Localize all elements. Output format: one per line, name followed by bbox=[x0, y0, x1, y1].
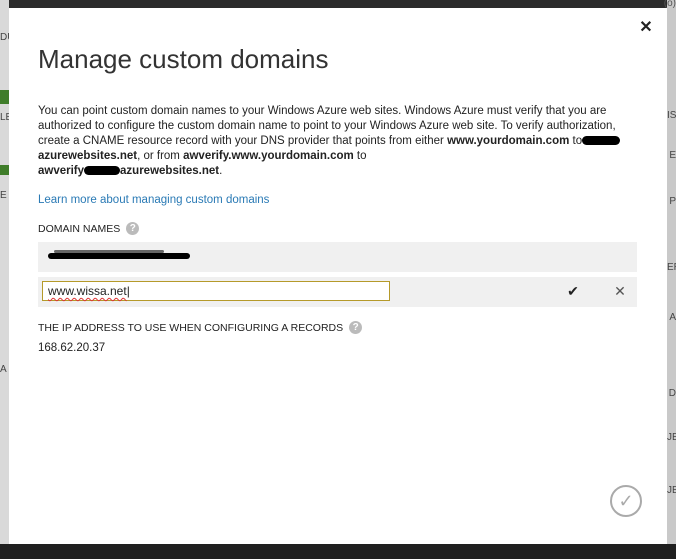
background-right-text: JE bbox=[667, 432, 676, 443]
redacted-text bbox=[84, 166, 121, 176]
background-left-panel bbox=[0, 0, 9, 559]
background-right-text: ER bbox=[667, 262, 676, 273]
background-bottom-bar bbox=[0, 544, 676, 559]
background-green-bar bbox=[0, 165, 9, 175]
background-left-text: LE bbox=[0, 112, 9, 123]
background-top-right-text: (o) bbox=[663, 0, 676, 8]
dialog-description: You can point custom domain names to you… bbox=[38, 104, 634, 179]
redacted-text bbox=[582, 136, 621, 146]
dialog-title: Manage custom domains bbox=[38, 44, 329, 74]
checkmark-icon[interactable]: ✔ bbox=[565, 283, 581, 299]
learn-more-link[interactable]: Learn more about managing custom domains bbox=[38, 194, 269, 206]
x-icon[interactable]: ✕ bbox=[612, 283, 628, 299]
background-right-text: A bbox=[669, 312, 676, 323]
ip-address-label: THE IP ADDRESS TO USE WHEN CONFIGURING A… bbox=[38, 321, 363, 334]
background-left-text: DU bbox=[0, 32, 9, 43]
ip-address-value: 168.62.20.37 bbox=[38, 342, 106, 354]
redacted-domain bbox=[48, 253, 190, 259]
background-left-text: E bbox=[0, 190, 7, 201]
new-domain-row: www.wissa.net| ✔ ✕ bbox=[38, 277, 637, 307]
background-right-text: IS bbox=[667, 110, 676, 121]
background-right-panel bbox=[667, 0, 676, 559]
background-right-text: D bbox=[668, 388, 676, 399]
circle-checkmark-icon[interactable]: ✓ bbox=[610, 485, 642, 517]
close-icon[interactable]: ✕ bbox=[639, 20, 653, 36]
existing-domain-row bbox=[38, 242, 637, 272]
background-right-text: E bbox=[669, 150, 676, 161]
domain-name-input[interactable]: www.wissa.net| bbox=[42, 281, 390, 301]
background-right-text: JE bbox=[667, 485, 676, 496]
help-icon[interactable]: ? bbox=[126, 222, 140, 235]
manage-custom-domains-dialog: ✕ Manage custom domains You can point cu… bbox=[9, 8, 667, 544]
domain-names-label: DOMAIN NAMES ? bbox=[38, 222, 140, 235]
background-left-text: A bbox=[0, 364, 7, 375]
background-right-text: P bbox=[669, 196, 676, 207]
help-icon[interactable]: ? bbox=[349, 321, 363, 334]
background-green-bar bbox=[0, 90, 9, 104]
